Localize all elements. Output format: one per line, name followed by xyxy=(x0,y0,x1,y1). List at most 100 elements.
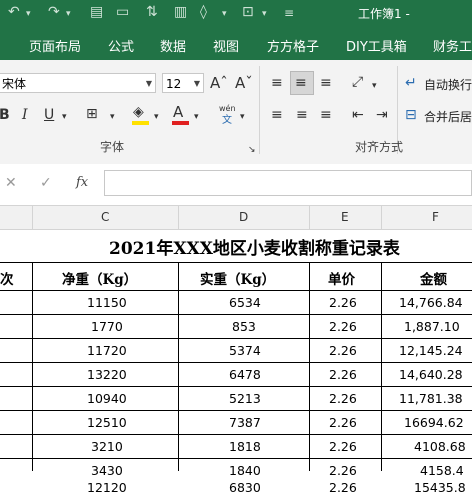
redo-icon[interactable]: ↷ xyxy=(48,4,60,20)
undo-dropdown-icon[interactable]: ▾ xyxy=(26,9,31,19)
tab-view[interactable]: 视图 xyxy=(213,36,239,55)
cell-amount[interactable]: 1,887.10 xyxy=(404,319,460,334)
document-icon[interactable]: ▤ xyxy=(90,4,103,20)
header-cell-count[interactable]: 次 xyxy=(0,268,14,288)
cell-unit-price[interactable]: 2.26 xyxy=(329,415,357,430)
tab-formulas[interactable]: 公式 xyxy=(108,36,134,55)
align-middle-button[interactable]: ≡ xyxy=(290,71,314,95)
align-right-icon[interactable]: ≡ xyxy=(320,107,332,123)
cell-net-weight[interactable]: 11720 xyxy=(87,343,127,358)
grow-font-icon[interactable]: Aˆ xyxy=(210,75,228,91)
cell-amount[interactable]: 11,781.38 xyxy=(399,391,463,406)
cell-actual-weight[interactable]: 5213 xyxy=(229,391,261,406)
wrap-text-button[interactable]: 自动换行 xyxy=(424,76,472,93)
cell-net-weight[interactable]: 12510 xyxy=(87,415,127,430)
cell-actual-weight[interactable]: 7387 xyxy=(229,415,261,430)
italic-icon[interactable]: I xyxy=(22,107,28,123)
tab-fangfang[interactable]: 方方格子 xyxy=(267,36,319,55)
cell-unit-price[interactable]: 2.26 xyxy=(329,367,357,382)
decrease-indent-icon[interactable]: ⇤ xyxy=(352,107,364,123)
align-top-icon[interactable]: ≡ xyxy=(271,75,283,91)
column-header-f[interactable]: F xyxy=(432,210,439,224)
merge-center-button[interactable]: 合并后居 xyxy=(424,108,472,125)
cell-actual-weight[interactable]: 853 xyxy=(232,319,256,334)
tab-page-layout[interactable]: 页面布局 xyxy=(29,36,81,55)
group-divider xyxy=(259,66,260,154)
cell-unit-price[interactable]: 2.26 xyxy=(329,391,357,406)
fill-color-icon[interactable]: ◈ xyxy=(133,104,144,120)
screenshot-icon[interactable]: ⊡ xyxy=(242,4,254,20)
chevron-down-icon[interactable]: ▾ xyxy=(110,109,115,125)
column-header-c[interactable]: C xyxy=(101,210,109,224)
cell-net-weight[interactable]: 10940 xyxy=(87,391,127,406)
chevron-down-icon[interactable]: ▾ xyxy=(372,78,377,94)
tab-diy-toolbox[interactable]: DIY工具箱 xyxy=(346,36,407,55)
cell-amount[interactable]: 15435.8 xyxy=(414,480,466,495)
font-name-select[interactable]: 宋体 ▼ xyxy=(0,73,156,93)
insert-function-icon[interactable]: fx xyxy=(76,175,88,190)
border-icon[interactable]: ⊞ xyxy=(86,106,98,122)
header-cell-net-weight[interactable]: 净重（Kg） xyxy=(62,268,137,288)
merge-center-icon[interactable]: ⊟ xyxy=(405,107,417,123)
column-header-e[interactable]: E xyxy=(341,210,349,224)
cell-amount[interactable]: 16694.62 xyxy=(404,415,464,430)
chart-icon[interactable]: ▥ xyxy=(174,4,187,20)
cell-amount[interactable]: 14,640.28 xyxy=(399,367,463,382)
cell-net-weight[interactable]: 11150 xyxy=(87,295,127,310)
cell-unit-price[interactable]: 2.26 xyxy=(329,319,357,334)
cell-net-weight[interactable]: 1770 xyxy=(91,319,123,334)
screenshot-dropdown-icon[interactable]: ▾ xyxy=(262,9,267,19)
cell-actual-weight[interactable]: 6534 xyxy=(229,295,261,310)
cell-amount[interactable]: 14,766.84 xyxy=(399,295,463,310)
font-color-icon[interactable]: A xyxy=(173,104,183,120)
cell-unit-price[interactable]: 2.26 xyxy=(329,480,357,495)
confirm-icon[interactable]: ✓ xyxy=(40,175,52,191)
customize-toolbar-icon[interactable]: ≡ xyxy=(284,6,294,20)
chevron-down-icon: ▼ xyxy=(145,79,152,88)
cell-net-weight[interactable]: 13220 xyxy=(87,367,127,382)
text-orientation-icon[interactable]: ⤢ xyxy=(352,74,363,90)
wrap-text-icon[interactable]: ↵ xyxy=(405,75,417,91)
font-size-value: 12 xyxy=(166,77,182,91)
column-header-d[interactable]: D xyxy=(239,210,248,224)
tab-finance[interactable]: 财务工 xyxy=(433,36,472,55)
undo-icon[interactable]: ↶ xyxy=(8,4,20,20)
shapes-dropdown-icon[interactable]: ▾ xyxy=(222,9,227,19)
cell-actual-weight[interactable]: 5374 xyxy=(229,343,261,358)
cell-actual-weight[interactable]: 6478 xyxy=(229,367,261,382)
tab-data[interactable]: 数据 xyxy=(160,36,186,55)
align-center-icon[interactable]: ≡ xyxy=(296,107,308,123)
cell-amount[interactable]: 4108.68 xyxy=(414,439,466,454)
underline-icon[interactable]: U xyxy=(44,107,54,123)
cell-net-weight[interactable]: 12120 xyxy=(87,480,127,495)
cell-unit-price[interactable]: 2.26 xyxy=(329,343,357,358)
redo-dropdown-icon[interactable]: ▾ xyxy=(66,9,71,19)
font-size-select[interactable]: 12 ▼ xyxy=(162,73,204,93)
chevron-down-icon[interactable]: ▾ xyxy=(240,109,245,125)
bold-icon[interactable]: B xyxy=(0,107,10,123)
cancel-icon[interactable]: ✕ xyxy=(5,175,17,191)
phonetic-icon[interactable]: wén xyxy=(219,104,236,113)
shrink-font-icon[interactable]: Aˇ xyxy=(235,75,253,91)
align-bottom-icon[interactable]: ≡ xyxy=(320,75,332,91)
cell-actual-weight[interactable]: 6830 xyxy=(229,480,261,495)
cell-amount[interactable]: 12,145.24 xyxy=(399,343,463,358)
increase-indent-icon[interactable]: ⇥ xyxy=(376,107,388,123)
font-dialog-launcher-icon[interactable]: ↘ xyxy=(248,142,256,158)
chevron-down-icon[interactable]: ▾ xyxy=(154,109,159,125)
cell-unit-price[interactable]: 2.26 xyxy=(329,439,357,454)
chevron-down-icon[interactable]: ▾ xyxy=(194,109,199,125)
sort-icon[interactable]: ⇅ xyxy=(146,4,158,20)
header-cell-amount[interactable]: 金额 xyxy=(420,268,447,288)
formula-input[interactable] xyxy=(104,170,472,196)
cell-net-weight[interactable]: 3210 xyxy=(91,439,123,454)
open-icon[interactable]: ▭ xyxy=(116,4,129,20)
cell-actual-weight[interactable]: 1818 xyxy=(229,439,261,454)
chevron-down-icon[interactable]: ▾ xyxy=(62,109,67,125)
header-cell-actual-weight[interactable]: 实重（Kg） xyxy=(200,268,275,288)
cell-unit-price[interactable]: 2.26 xyxy=(329,295,357,310)
align-left-icon[interactable]: ≡ xyxy=(271,107,283,123)
header-cell-unit-price[interactable]: 单价 xyxy=(328,268,355,288)
sheet-title[interactable]: 2021年XXX地区小麦收割称重记录表 xyxy=(109,234,400,259)
shapes-icon[interactable]: ◊ xyxy=(200,4,207,20)
